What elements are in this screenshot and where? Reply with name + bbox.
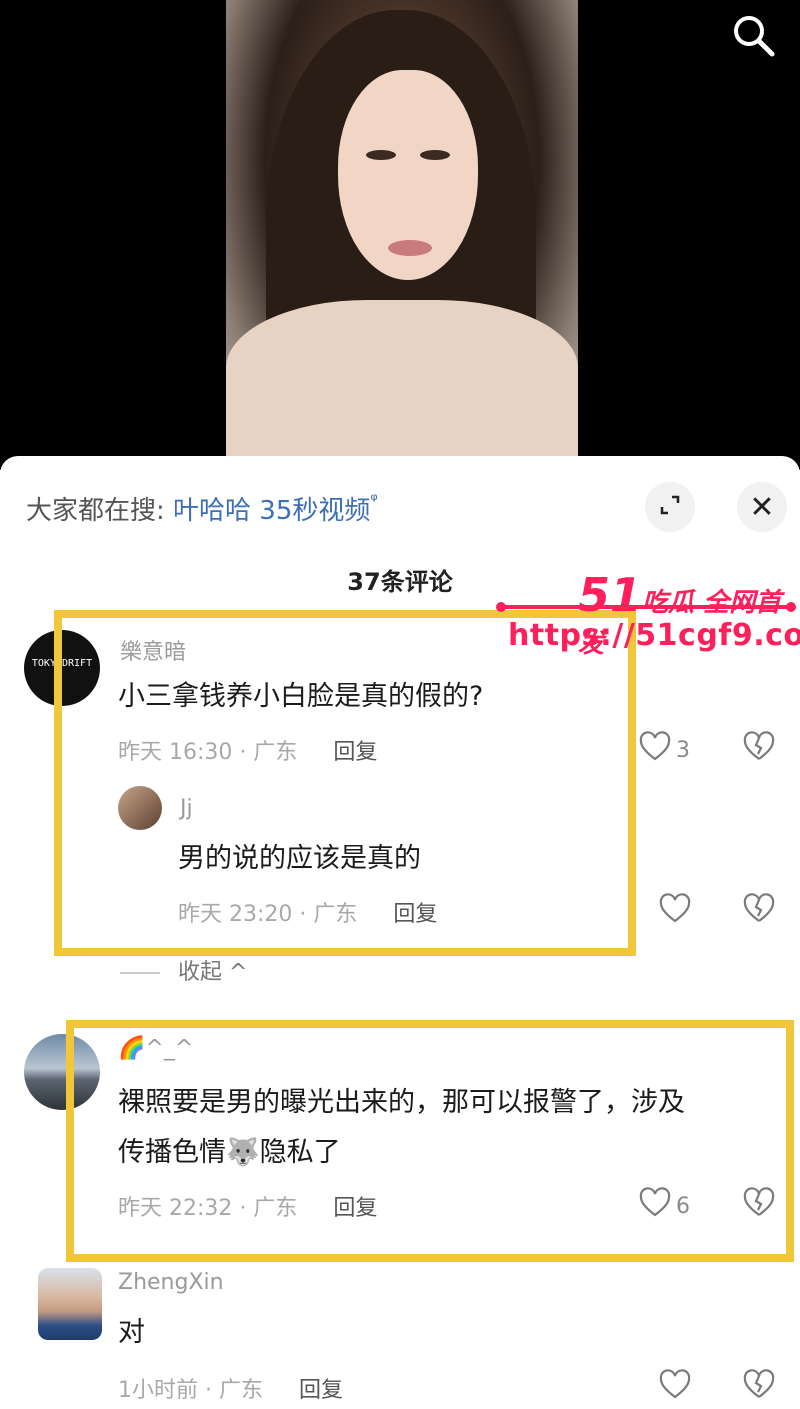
reply-button[interactable]: 回复 xyxy=(299,1378,343,1403)
collapse-label: 收起 ^ xyxy=(178,960,248,985)
video-subject-lips xyxy=(388,240,432,256)
broken-heart-icon xyxy=(742,893,776,930)
collapse-replies[interactable]: 收起 ^ xyxy=(120,954,247,986)
heart-icon xyxy=(658,893,692,930)
watermark-url: https://51cgf9.com xyxy=(508,618,800,653)
dislike-button[interactable] xyxy=(742,892,776,930)
video-subject-eye-left xyxy=(366,150,396,160)
search-small-icon: ᵠ xyxy=(370,490,378,511)
like-count: 3 xyxy=(676,737,690,763)
trending-search-term[interactable]: 叶哈哈 35秒视频 xyxy=(173,496,370,526)
heart-icon xyxy=(658,1369,692,1406)
dislike-button[interactable] xyxy=(742,730,776,768)
watermark-underline xyxy=(500,605,790,609)
like-button[interactable] xyxy=(658,1368,692,1406)
watermark-dot xyxy=(786,602,796,612)
close-icon: ✕ xyxy=(749,489,775,525)
trending-search-prefix: 大家都在搜: xyxy=(26,496,165,526)
comment-username[interactable]: ZhengXin xyxy=(118,1270,224,1295)
video-subject-blouse xyxy=(226,300,578,456)
like-button[interactable]: 3 xyxy=(638,730,690,770)
dislike-button[interactable] xyxy=(742,1368,776,1406)
divider xyxy=(120,972,160,974)
highlight-box xyxy=(54,610,636,956)
expand-button[interactable] xyxy=(645,482,695,532)
broken-heart-icon xyxy=(742,1369,776,1406)
trending-search[interactable]: 大家都在搜: 叶哈哈 35秒视频ᵠ xyxy=(26,490,378,527)
watermark-dot xyxy=(496,602,506,612)
video-frame xyxy=(226,0,578,456)
expand-icon xyxy=(658,490,682,525)
close-button[interactable]: ✕ xyxy=(737,482,787,532)
comment-meta: 1小时前 · 广东 回复 xyxy=(118,1372,343,1404)
heart-icon xyxy=(638,730,672,770)
like-button[interactable] xyxy=(658,892,692,930)
watermark-number: 51 xyxy=(578,568,643,622)
comment-time-location: 1小时前 · 广东 xyxy=(118,1378,263,1403)
comment-text: 对 xyxy=(118,1317,145,1348)
search-icon[interactable] xyxy=(730,12,776,58)
video-subject-eye-right xyxy=(420,150,450,160)
broken-heart-icon xyxy=(742,731,776,768)
video-player[interactable] xyxy=(0,0,800,470)
avatar[interactable] xyxy=(38,1268,102,1340)
highlight-box xyxy=(66,1020,794,1262)
